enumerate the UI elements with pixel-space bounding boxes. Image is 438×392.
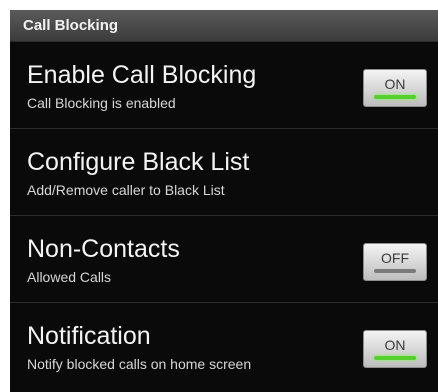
- section-header-title: Call Blocking: [23, 17, 119, 34]
- setting-title: Notification: [27, 322, 151, 350]
- setting-title: Non-Contacts: [27, 235, 180, 263]
- setting-title: Enable Call Blocking: [27, 61, 257, 89]
- setting-summary: Add/Remove caller to Black List: [27, 182, 225, 198]
- setting-title: Configure Black List: [27, 148, 250, 176]
- toggle-indicator: [374, 269, 416, 273]
- setting-non-contacts[interactable]: Non-Contacts Allowed Calls OFF: [10, 216, 438, 303]
- setting-enable-call-blocking[interactable]: Enable Call Blocking Call Blocking is en…: [10, 42, 438, 129]
- toggle-label: OFF: [381, 250, 409, 266]
- setting-summary: Call Blocking is enabled: [27, 95, 176, 111]
- toggle-indicator: [374, 356, 416, 360]
- settings-screen: Call Blocking Enable Call Blocking Call …: [10, 10, 438, 392]
- non-contacts-toggle[interactable]: OFF: [363, 243, 427, 281]
- setting-summary: Allowed Calls: [27, 269, 112, 285]
- toggle-label: ON: [384, 76, 406, 92]
- setting-notification[interactable]: Notification Notify blocked calls on hom…: [10, 303, 438, 390]
- enable-call-blocking-toggle[interactable]: ON: [363, 69, 427, 107]
- notification-toggle[interactable]: ON: [363, 330, 427, 368]
- setting-summary: Notify blocked calls on home screen: [27, 356, 252, 372]
- toggle-label: ON: [384, 337, 406, 353]
- toggle-indicator: [374, 95, 416, 99]
- section-header: Call Blocking: [10, 10, 438, 42]
- setting-configure-black-list[interactable]: Configure Black List Add/Remove caller t…: [10, 129, 438, 216]
